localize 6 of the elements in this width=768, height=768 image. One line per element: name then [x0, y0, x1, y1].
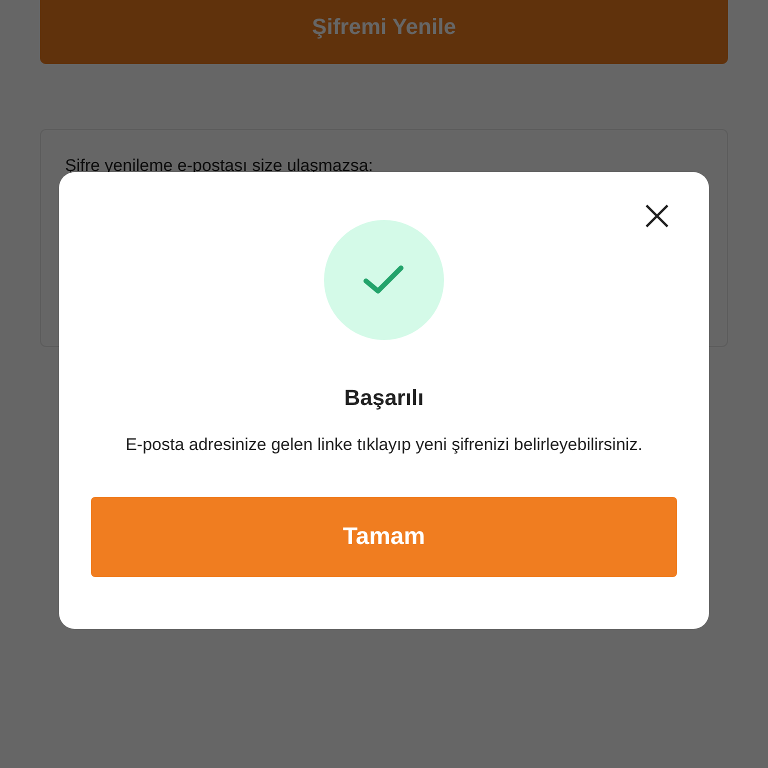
dialog-title: Başarılı: [344, 384, 424, 412]
dialog-message: E-posta adresinize gelen linke tıklayıp yeni şifrenizi belirleyebilirsiniz.: [126, 434, 642, 456]
close-icon[interactable]: [643, 202, 671, 230]
reset-password-button[interactable]: Şifremi Yenile: [40, 0, 728, 64]
help-text: Şifre yenileme e-postası size ulaşmazsa:: [65, 155, 374, 177]
ok-button[interactable]: Tamam: [91, 497, 677, 577]
